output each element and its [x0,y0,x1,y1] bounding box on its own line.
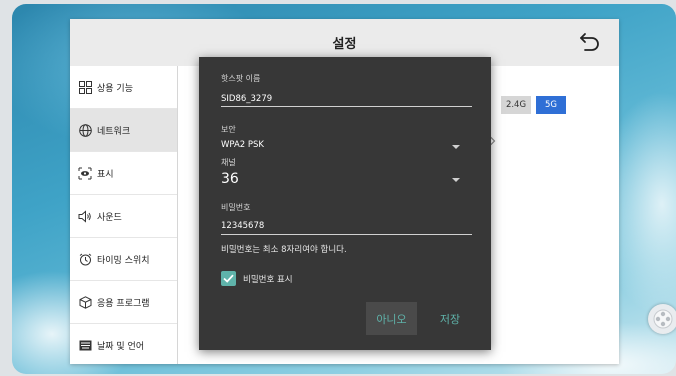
sidebar-item-label: 날짜 및 언어 [97,342,145,352]
sidebar-item-display[interactable]: 표시 [70,152,177,195]
cancel-button[interactable]: 아니오 [366,302,417,335]
caret-down-icon [452,178,460,182]
save-button[interactable]: 저장 [430,302,470,335]
security-value: WPA2 PSK [221,140,265,150]
sidebar-item-label: 타이밍 스위치 [97,255,150,266]
password-hint: 비밀번호는 최소 8자리여야 합니다. [221,245,347,255]
security-label: 보안 [221,125,236,134]
channel-value: 36 [221,171,239,187]
ssid-input[interactable]: SID86_3279 [221,94,272,104]
band-5g-button[interactable]: 5G [536,96,566,114]
password-label: 비밀번호 [221,203,251,212]
sidebar-item-label: 사운드 [97,212,122,223]
sidebar-item-date-language[interactable]: 날짜 및 언어 [70,324,177,367]
band-2-4g-button[interactable]: 2.4G [501,96,531,114]
cube-icon [78,295,92,309]
sidebar-item-applications[interactable]: 응용 프로그램 [70,281,177,324]
sidebar-item-sound[interactable]: 사운드 [70,195,177,238]
caret-down-icon [452,145,460,149]
show-password-checkbox[interactable] [221,271,236,286]
checkmark-icon [223,274,234,283]
sidebar-item-network[interactable]: 네트워크 [70,109,177,152]
ssid-underline [221,106,472,107]
channel-dropdown[interactable]: 36 [221,171,472,191]
sidebar-item-label: 응용 프로그램 [97,298,150,309]
sidebar-item-label: 표시 [97,169,114,180]
window-title: 설정 [332,37,357,52]
channel-label: 채널 [221,158,236,167]
password-input[interactable]: 12345678 [221,221,264,231]
clock-icon [78,252,92,266]
globe-icon [78,123,92,137]
eye-icon [78,166,92,180]
floating-menu-icon [653,309,673,329]
show-password-label: 비밀번호 표시 [243,275,293,285]
floating-menu-button[interactable] [648,304,676,334]
security-dropdown[interactable]: WPA2 PSK [221,140,472,154]
back-arrow-icon [580,33,599,51]
ssid-label: 핫스팟 이름 [221,74,261,83]
keyboard-icon [78,339,92,353]
sidebar-item-label: 네트워크 [97,126,131,137]
sidebar: 상용 기능 네트워크 표시 사운드 타이밍 스위치 응용 프로그램 날짜 및 언… [70,66,178,364]
sidebar-item-timing-switch[interactable]: 타이밍 스위치 [70,238,177,281]
password-underline [221,234,472,235]
back-button[interactable] [578,29,602,53]
hotspot-settings-dialog: 핫스팟 이름 SID86_3279 보안 WPA2 PSK 채널 36 비밀번호… [199,57,491,350]
grid-icon [78,80,92,94]
sidebar-item-common[interactable]: 상용 기능 [70,66,177,109]
sidebar-item-label: 상용 기능 [97,83,133,94]
speaker-icon [78,209,92,223]
